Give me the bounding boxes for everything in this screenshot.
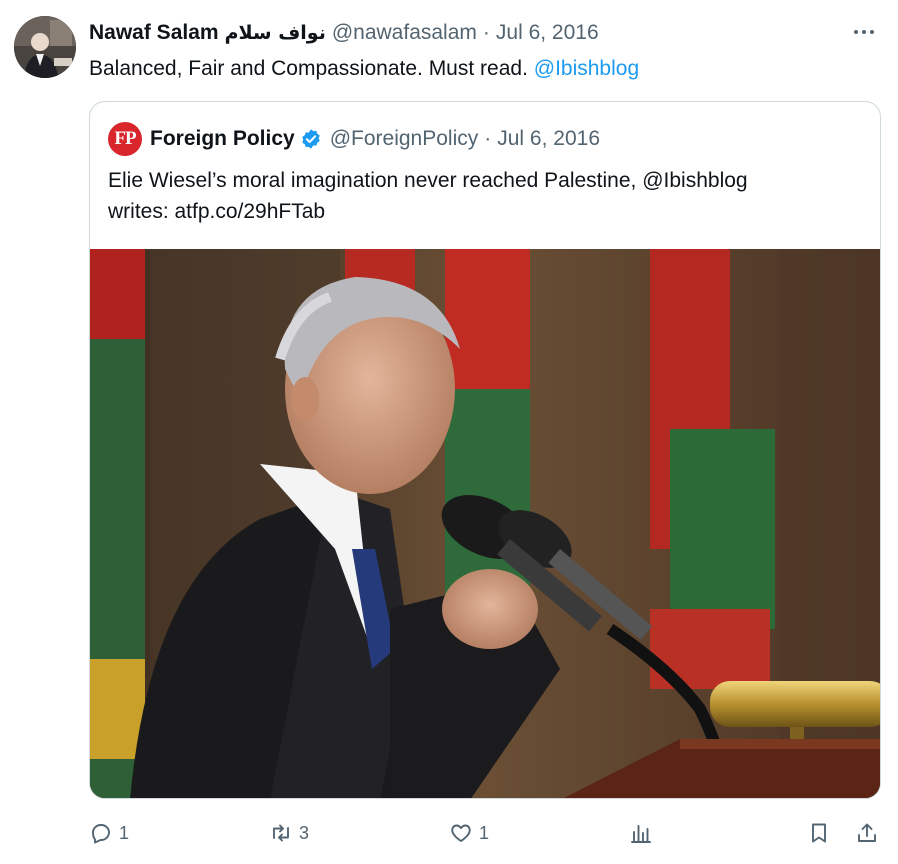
quoted-tweet-photo[interactable] xyxy=(90,249,880,798)
like-count: 1 xyxy=(479,822,490,843)
author-handle[interactable]: @nawafasalam xyxy=(332,21,477,45)
quoted-text-line-2: writes: atfp.co/29hFTab xyxy=(108,200,326,223)
quoted-author-name[interactable]: Foreign Policy xyxy=(150,127,295,151)
verified-badge-icon xyxy=(300,128,322,150)
views-button[interactable] xyxy=(629,815,659,851)
reply-icon xyxy=(92,824,110,844)
like-icon xyxy=(451,824,471,842)
tweet-action-bar: 1 3 1 xyxy=(0,815,898,851)
separator-dot: · xyxy=(482,21,490,44)
author-arabic-name[interactable]: نواف سلام xyxy=(225,22,326,44)
author-avatar[interactable] xyxy=(14,16,76,78)
retweet-icon xyxy=(273,824,289,842)
quoted-tweet-text: Elie Wiesel’s moral imagination never re… xyxy=(108,165,848,227)
views-icon xyxy=(631,825,651,843)
more-options-icon[interactable] xyxy=(850,22,878,42)
reply-count: 1 xyxy=(119,822,130,843)
tweet-text: Balanced, Fair and Compassionate. Must r… xyxy=(89,55,639,83)
tweet-header: Nawaf Salam نواف سلام @nawafasalam · Jul… xyxy=(89,18,599,48)
tweet-mention-link[interactable]: @Ibishblog xyxy=(534,57,639,80)
quoted-separator-dot: · xyxy=(484,127,492,150)
foreign-policy-avatar[interactable]: FP xyxy=(108,122,142,156)
quoted-tweet-header: FP Foreign Policy @ForeignPolicy · Jul 6… xyxy=(108,122,600,156)
retweet-count: 3 xyxy=(299,822,310,843)
quoted-text-line-1: Elie Wiesel’s moral imagination never re… xyxy=(108,169,748,192)
quoted-author-handle[interactable]: @ForeignPolicy xyxy=(330,127,479,151)
quoted-tweet-card[interactable]: FP Foreign Policy @ForeignPolicy · Jul 6… xyxy=(89,101,881,799)
reply-button[interactable]: 1 xyxy=(89,815,129,851)
tweet-date[interactable]: Jul 6, 2016 xyxy=(496,21,599,45)
quoted-tweet-date[interactable]: Jul 6, 2016 xyxy=(497,127,600,151)
share-button[interactable] xyxy=(855,815,879,851)
like-button[interactable]: 1 xyxy=(449,815,489,851)
author-name[interactable]: Nawaf Salam xyxy=(89,21,219,45)
retweet-button[interactable]: 3 xyxy=(269,815,309,851)
bookmark-icon xyxy=(812,823,826,843)
tweet-body: Balanced, Fair and Compassionate. Must r… xyxy=(89,57,528,80)
bookmark-button[interactable] xyxy=(807,815,831,851)
share-icon xyxy=(858,823,876,842)
